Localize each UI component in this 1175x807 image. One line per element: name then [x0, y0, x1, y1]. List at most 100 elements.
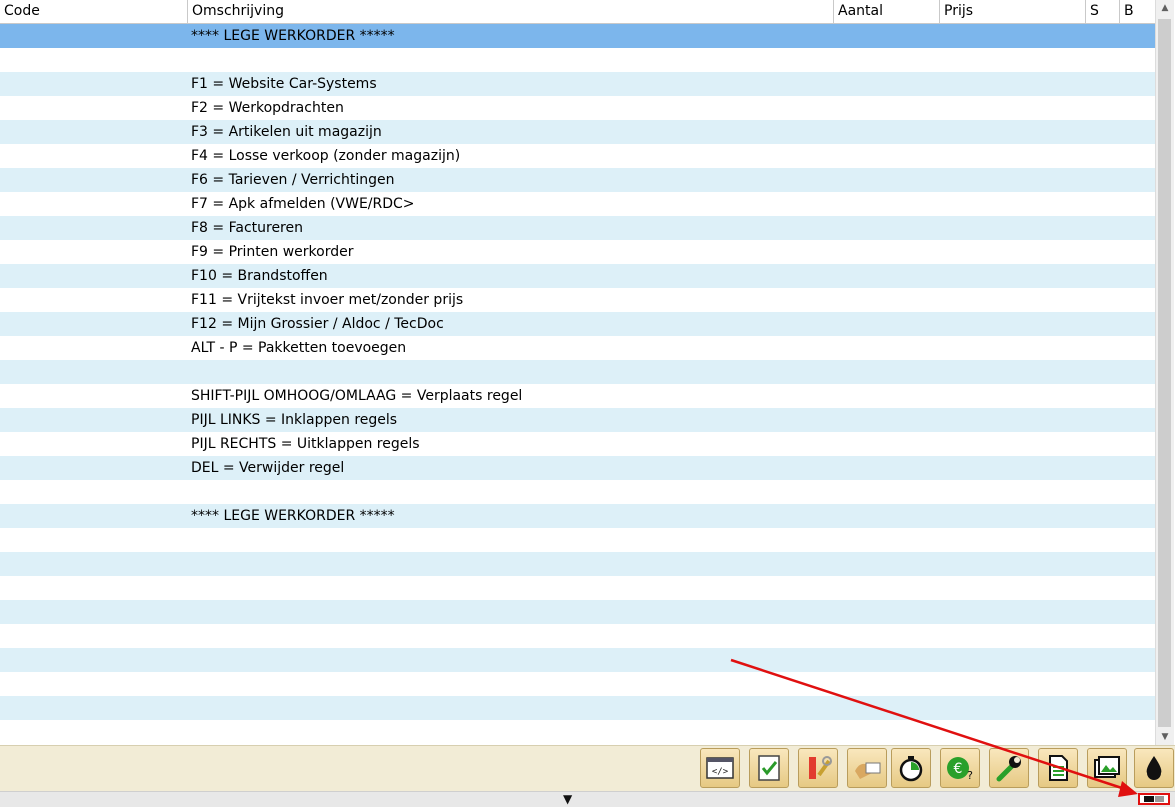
row-description-cell[interactable]: F12 = Mijn Grossier / Aldoc / TecDoc: [188, 312, 834, 336]
euro-question-button[interactable]: € ?: [940, 748, 980, 788]
row-description-cell[interactable]: **** LEGE WERKORDER *****: [188, 24, 834, 48]
row-values-cell[interactable]: [834, 48, 1155, 72]
table-row-selected[interactable]: **** LEGE WERKORDER *****: [0, 24, 1155, 48]
row-code-cell[interactable]: [0, 48, 188, 72]
row-description-cell[interactable]: [188, 672, 834, 696]
row-code-cell[interactable]: [0, 696, 188, 720]
row-values-cell[interactable]: [834, 624, 1155, 648]
row-values-cell[interactable]: [834, 312, 1155, 336]
row-description-cell[interactable]: F1 = Website Car-Systems: [188, 72, 834, 96]
row-values-cell[interactable]: [834, 288, 1155, 312]
row-values-cell[interactable]: [834, 480, 1155, 504]
table-row[interactable]: F9 = Printen werkorder: [0, 240, 1155, 264]
column-header-prijs[interactable]: Prijs: [940, 0, 1086, 23]
column-header-code[interactable]: Code: [0, 0, 188, 23]
row-values-cell[interactable]: [834, 552, 1155, 576]
table-row[interactable]: F3 = Artikelen uit magazijn: [0, 120, 1155, 144]
row-description-cell[interactable]: **** LEGE WERKORDER *****: [188, 504, 834, 528]
row-values-cell[interactable]: [834, 240, 1155, 264]
row-description-cell[interactable]: F8 = Factureren: [188, 216, 834, 240]
row-description-cell[interactable]: SHIFT-PIJL OMHOOG/OMLAAG = Verplaats reg…: [188, 384, 834, 408]
status-indicator[interactable]: [1138, 793, 1170, 805]
checklist-button[interactable]: [749, 748, 789, 788]
column-header-aantal[interactable]: Aantal: [834, 0, 940, 23]
row-description-cell[interactable]: [188, 576, 834, 600]
table-row[interactable]: F2 = Werkopdrachten: [0, 96, 1155, 120]
row-code-cell[interactable]: [0, 288, 188, 312]
row-values-cell[interactable]: [834, 720, 1155, 744]
images-button[interactable]: [1087, 748, 1127, 788]
scroll-up-icon[interactable]: ▲: [1156, 0, 1174, 17]
row-values-cell[interactable]: [834, 648, 1155, 672]
row-values-cell[interactable]: [834, 504, 1155, 528]
row-description-cell[interactable]: F6 = Tarieven / Verrichtingen: [188, 168, 834, 192]
row-description-cell[interactable]: [188, 648, 834, 672]
table-row[interactable]: **** LEGE WERKORDER *****: [0, 504, 1155, 528]
table-row[interactable]: SHIFT-PIJL OMHOOG/OMLAAG = Verplaats reg…: [0, 384, 1155, 408]
row-values-cell[interactable]: [834, 216, 1155, 240]
row-description-cell[interactable]: [188, 600, 834, 624]
table-row[interactable]: F1 = Website Car-Systems: [0, 72, 1155, 96]
table-row[interactable]: [0, 600, 1155, 624]
row-code-cell[interactable]: [0, 96, 188, 120]
row-code-cell[interactable]: [0, 216, 188, 240]
document-button[interactable]: [1038, 748, 1078, 788]
column-header-b[interactable]: B: [1120, 0, 1155, 23]
row-code-cell[interactable]: [0, 432, 188, 456]
row-code-cell[interactable]: [0, 144, 188, 168]
table-row[interactable]: F10 = Brandstoffen: [0, 264, 1155, 288]
row-description-cell[interactable]: [188, 48, 834, 72]
row-description-cell[interactable]: PIJL LINKS = Inklappen regels: [188, 408, 834, 432]
oil-drop-button[interactable]: [1134, 748, 1174, 788]
stopwatch-button[interactable]: [891, 748, 931, 788]
table-row[interactable]: [0, 552, 1155, 576]
row-values-cell[interactable]: [834, 192, 1155, 216]
table-row[interactable]: [0, 672, 1155, 696]
row-code-cell[interactable]: [0, 672, 188, 696]
row-code-cell[interactable]: [0, 408, 188, 432]
row-description-cell[interactable]: F3 = Artikelen uit magazijn: [188, 120, 834, 144]
row-values-cell[interactable]: [834, 696, 1155, 720]
row-code-cell[interactable]: [0, 384, 188, 408]
row-description-cell[interactable]: F9 = Printen werkorder: [188, 240, 834, 264]
scrollbar-thumb[interactable]: [1158, 19, 1171, 727]
row-description-cell[interactable]: F11 = Vrijtekst invoer met/zonder prijs: [188, 288, 834, 312]
row-values-cell[interactable]: [834, 96, 1155, 120]
row-code-cell[interactable]: [0, 576, 188, 600]
row-code-cell[interactable]: [0, 456, 188, 480]
row-values-cell[interactable]: [834, 600, 1155, 624]
row-description-cell[interactable]: F7 = Apk afmelden (VWE/RDC>: [188, 192, 834, 216]
row-description-cell[interactable]: [188, 480, 834, 504]
table-row[interactable]: [0, 528, 1155, 552]
row-code-cell[interactable]: [0, 120, 188, 144]
row-code-cell[interactable]: [0, 600, 188, 624]
row-code-cell[interactable]: [0, 192, 188, 216]
row-description-cell[interactable]: F4 = Losse verkoop (zonder magazijn): [188, 144, 834, 168]
row-description-cell[interactable]: [188, 696, 834, 720]
row-values-cell[interactable]: [834, 24, 1155, 48]
row-code-cell[interactable]: [0, 504, 188, 528]
row-values-cell[interactable]: [834, 360, 1155, 384]
row-description-cell[interactable]: DEL = Verwijder regel: [188, 456, 834, 480]
row-description-cell[interactable]: ALT - P = Pakketten toevoegen: [188, 336, 834, 360]
row-values-cell[interactable]: [834, 576, 1155, 600]
table-row[interactable]: [0, 48, 1155, 72]
row-values-cell[interactable]: [834, 264, 1155, 288]
row-values-cell[interactable]: [834, 456, 1155, 480]
row-description-cell[interactable]: [188, 624, 834, 648]
table-row[interactable]: F12 = Mijn Grossier / Aldoc / TecDoc: [0, 312, 1155, 336]
column-header-s[interactable]: S: [1086, 0, 1120, 23]
wrench-button[interactable]: [989, 748, 1029, 788]
row-values-cell[interactable]: [834, 72, 1155, 96]
table-row[interactable]: F4 = Losse verkoop (zonder magazijn): [0, 144, 1155, 168]
row-code-cell[interactable]: [0, 168, 188, 192]
row-description-cell[interactable]: [188, 360, 834, 384]
table-row[interactable]: DEL = Verwijder regel: [0, 456, 1155, 480]
row-description-cell[interactable]: PIJL RECHTS = Uitklappen regels: [188, 432, 834, 456]
table-row[interactable]: F7 = Apk afmelden (VWE/RDC>: [0, 192, 1155, 216]
scroll-down-icon[interactable]: ▼: [1156, 729, 1174, 746]
table-row[interactable]: [0, 624, 1155, 648]
row-code-cell[interactable]: [0, 72, 188, 96]
row-code-cell[interactable]: [0, 720, 188, 744]
row-code-cell[interactable]: [0, 336, 188, 360]
